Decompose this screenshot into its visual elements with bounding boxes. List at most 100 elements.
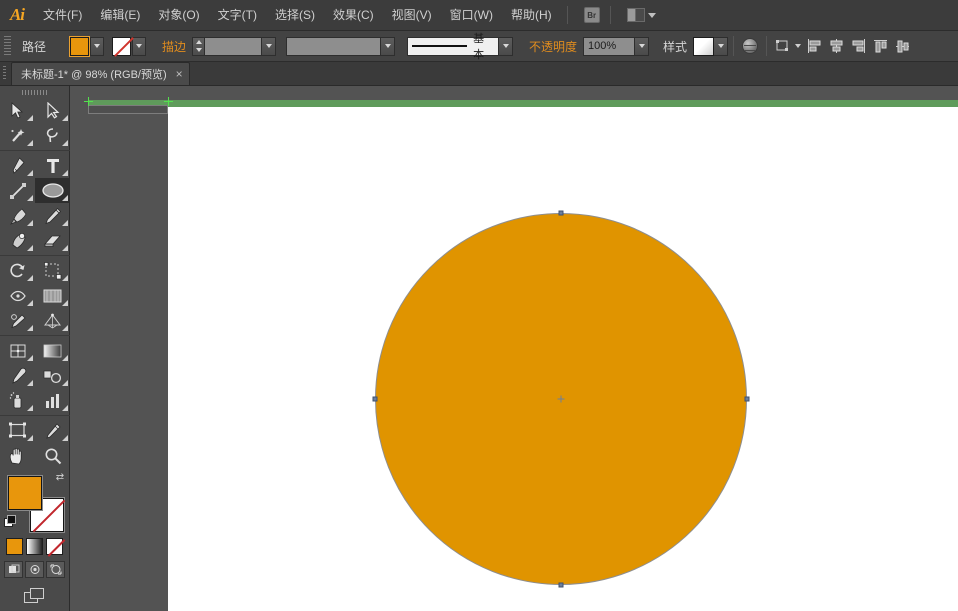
hand-icon — [8, 447, 27, 465]
width-profile-input[interactable] — [286, 37, 381, 56]
draw-normal-button[interactable] — [4, 561, 23, 578]
document-tab[interactable]: 未标题-1* @ 98% (RGB/预览) × — [11, 62, 190, 85]
align-right-button[interactable] — [849, 37, 869, 56]
symbol-sprayer-icon — [9, 392, 27, 410]
none-mode-button[interactable] — [46, 538, 63, 555]
width-profile-dropdown-button[interactable] — [381, 37, 395, 56]
gradient-tool[interactable] — [35, 338, 70, 363]
align-top-button[interactable] — [871, 37, 891, 56]
tools-panel-grip[interactable] — [0, 86, 69, 98]
artboard-tool[interactable] — [0, 418, 35, 443]
stroke-weight-input[interactable] — [204, 37, 262, 56]
perspective-grid-tool[interactable] — [35, 308, 70, 333]
perspective-grid-icon — [43, 312, 62, 329]
fill-swatch[interactable] — [70, 37, 89, 56]
go-to-bridge-button[interactable]: Br — [580, 5, 604, 25]
brush-definition-dropdown-button[interactable] — [499, 37, 513, 56]
menu-select[interactable]: 选择(S) — [266, 0, 324, 31]
width-tool[interactable] — [0, 283, 35, 308]
mesh-icon — [9, 343, 27, 359]
stroke-color-control[interactable] — [112, 37, 146, 56]
graphic-style-dropdown-button[interactable] — [714, 37, 728, 56]
stroke-color-swatch[interactable] — [112, 37, 131, 56]
paintbrush-tool[interactable] — [0, 203, 35, 228]
column-graph-tool[interactable] — [35, 388, 70, 413]
pencil-tool[interactable] — [35, 203, 70, 228]
shape-builder-tool[interactable] — [0, 308, 35, 333]
blob-brush-icon — [9, 232, 27, 250]
selection-arrow-icon — [10, 102, 25, 119]
guide-outline-box — [88, 105, 168, 114]
blob-brush-tool[interactable] — [0, 228, 35, 253]
recolor-artwork-button[interactable] — [740, 37, 760, 56]
menu-window[interactable]: 窗口(W) — [441, 0, 502, 31]
anchor-point-top[interactable] — [559, 211, 564, 216]
fill-dropdown-button[interactable] — [90, 37, 104, 56]
arrange-documents-button[interactable] — [623, 5, 661, 25]
menu-file[interactable]: 文件(F) — [34, 0, 91, 31]
menu-object[interactable]: 对象(O) — [149, 0, 208, 31]
swap-fill-stroke-icon[interactable]: ⇄ — [54, 472, 66, 484]
menu-divider-2 — [610, 6, 611, 24]
slice-tool[interactable] — [35, 418, 70, 443]
mesh-tool[interactable] — [0, 338, 35, 363]
scale-tool[interactable] — [35, 258, 70, 283]
document-tab-label: 未标题-1* @ 98% (RGB/预览) — [21, 66, 167, 82]
gradient-mode-button[interactable] — [26, 538, 43, 555]
blend-tool[interactable] — [35, 363, 70, 388]
transform-button[interactable] — [773, 37, 803, 56]
anchor-point-right[interactable] — [745, 397, 750, 402]
ellipse-tool[interactable] — [35, 178, 70, 203]
align-left-button[interactable] — [805, 37, 825, 56]
fill-control[interactable] — [70, 37, 104, 56]
menu-edit[interactable]: 编辑(E) — [91, 0, 149, 31]
rotate-tool[interactable] — [0, 258, 35, 283]
eyedropper-tool[interactable] — [0, 363, 35, 388]
close-icon[interactable]: × — [176, 68, 183, 80]
menu-effect[interactable]: 效果(C) — [324, 0, 383, 31]
opacity-control[interactable]: 100% — [583, 37, 649, 56]
selection-tool[interactable] — [0, 98, 35, 123]
graphic-style-control[interactable] — [693, 37, 728, 56]
stroke-weight-dropdown-button[interactable] — [262, 37, 276, 56]
default-fill-stroke-icon[interactable] — [4, 515, 17, 528]
change-screen-mode-button[interactable] — [24, 588, 46, 606]
free-transform-tool[interactable] — [35, 283, 70, 308]
graphic-style-swatch[interactable] — [693, 37, 714, 56]
lasso-tool[interactable] — [35, 123, 70, 148]
eraser-tool[interactable] — [35, 228, 70, 253]
stroke-weight-stepper[interactable] — [192, 37, 204, 56]
stroke-label[interactable]: 描边 — [156, 38, 192, 55]
color-mode-button[interactable] — [6, 538, 23, 555]
menu-type[interactable]: 文字(T) — [209, 0, 266, 31]
hand-tool[interactable] — [0, 443, 35, 468]
menu-help[interactable]: 帮助(H) — [502, 0, 561, 31]
opacity-label[interactable]: 不透明度 — [523, 38, 583, 55]
align-center-horizontal-icon — [829, 39, 845, 53]
opacity-dropdown-button[interactable] — [635, 37, 649, 56]
pen-tool[interactable] — [0, 153, 35, 178]
tab-bar-grip[interactable] — [0, 61, 9, 85]
draw-inside-button[interactable] — [46, 561, 65, 578]
zoom-tool[interactable] — [35, 443, 70, 468]
align-middle-vertical-button[interactable] — [893, 37, 913, 56]
direct-selection-tool[interactable] — [35, 98, 70, 123]
type-tool[interactable] — [35, 153, 70, 178]
brush-definition-control[interactable]: 基本 — [407, 37, 513, 56]
control-bar-grip[interactable] — [4, 36, 11, 56]
menu-view[interactable]: 视图(V) — [383, 0, 441, 31]
canvas-area[interactable] — [70, 86, 958, 611]
symbol-sprayer-tool[interactable] — [0, 388, 35, 413]
stroke-color-dropdown-button[interactable] — [132, 37, 146, 56]
toolbar-fill-swatch[interactable] — [8, 476, 42, 510]
draw-behind-button[interactable] — [25, 561, 44, 578]
opacity-input[interactable]: 100% — [583, 37, 635, 56]
brush-definition-field[interactable]: 基本 — [407, 37, 499, 56]
stroke-weight-control[interactable] — [192, 37, 276, 56]
line-segment-tool[interactable] — [0, 178, 35, 203]
width-profile-control[interactable] — [286, 37, 395, 56]
magic-wand-tool[interactable] — [0, 123, 35, 148]
anchor-point-left[interactable] — [373, 397, 378, 402]
align-center-horizontal-button[interactable] — [827, 37, 847, 56]
anchor-point-bottom[interactable] — [559, 583, 564, 588]
